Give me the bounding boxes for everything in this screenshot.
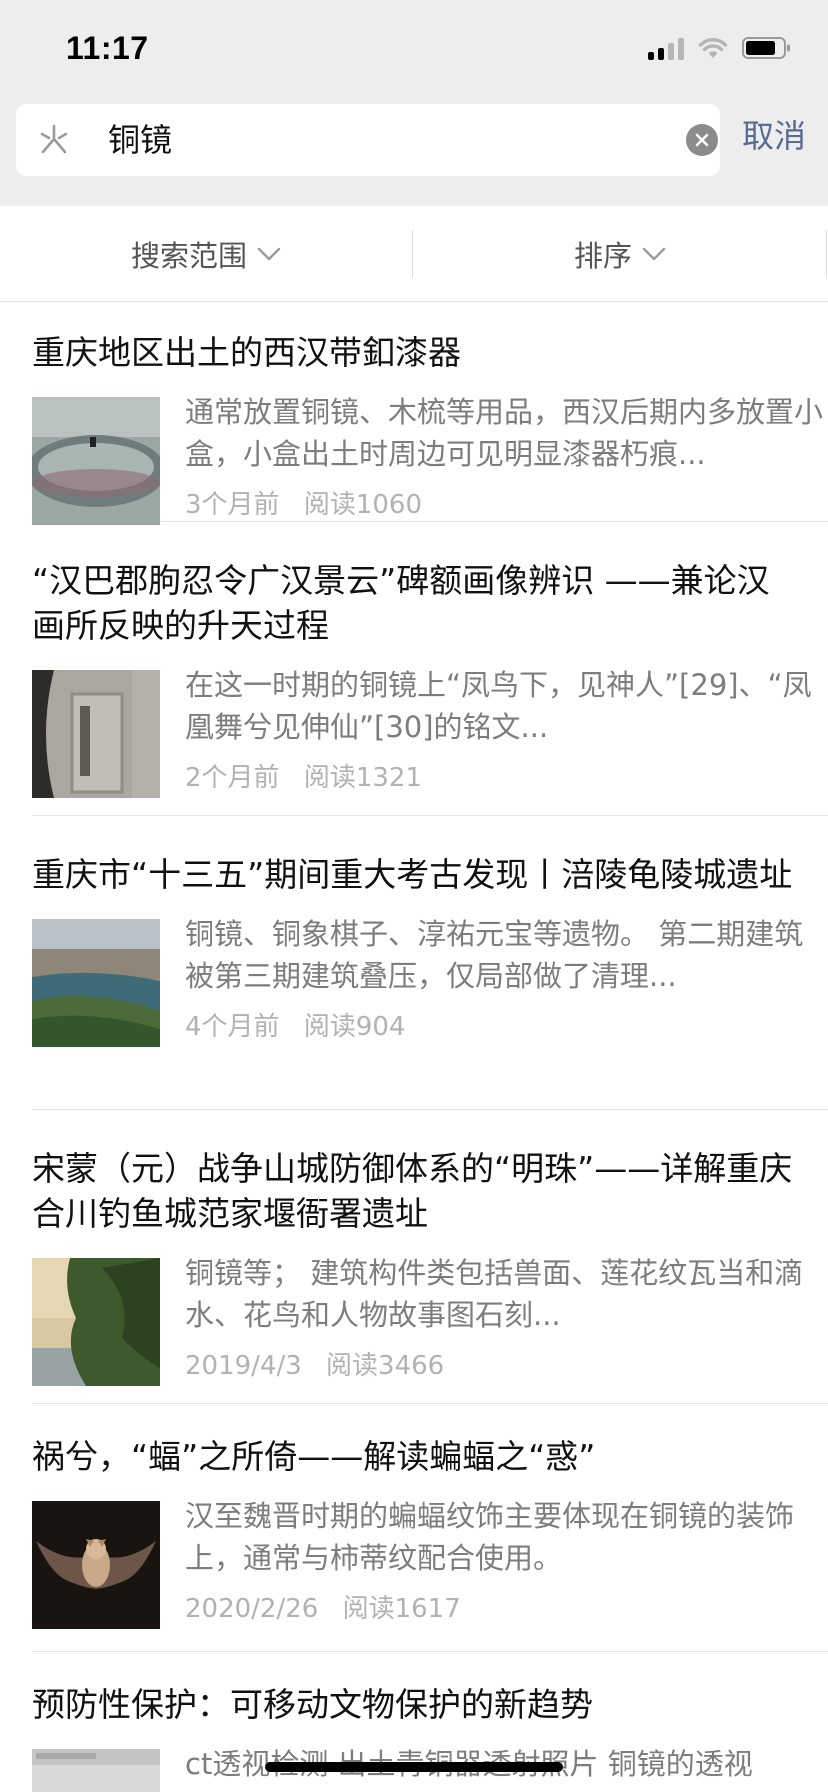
result-title[interactable]: 重庆地区出土的西汉带釦漆器 xyxy=(32,330,828,375)
result-time: 2个月前 xyxy=(185,763,280,793)
result-snippet: 铜镜等； 建筑构件类包括兽面、莲花纹瓦当和滴水、花鸟和人物故事图石刻... xyxy=(185,1256,804,1332)
battery-icon xyxy=(742,37,790,59)
status-time: 11:17 xyxy=(66,30,149,66)
search-results-page: 11:17 铜镜 取消 搜索范围 排序 重庆地区出土的西汉带釦漆器 通常放置铜镜… xyxy=(0,0,828,1792)
result-reads: 阅读1060 xyxy=(303,490,422,520)
chevron-down-icon xyxy=(642,247,666,261)
result-reads: 阅读1617 xyxy=(342,1594,461,1624)
search-header: 铜镜 取消 xyxy=(0,100,828,206)
search-box[interactable]: 铜镜 xyxy=(16,104,720,176)
home-indicator[interactable] xyxy=(265,1762,563,1772)
result-item[interactable]: “汉巴郡朐忍令广汉景云”碑额画像辨识 ——兼论汉画所反映的升天过程 在这一时期的… xyxy=(32,522,828,816)
result-item[interactable]: 重庆地区出土的西汉带釦漆器 通常放置铜镜、木梳等用品，西汉后期内多放置小盒，小盒… xyxy=(32,302,828,525)
result-snippet: 铜镜、铜象棋子、淳祐元宝等遗物。 第二期建筑被第三期建筑叠压，仅局部做了清理..… xyxy=(185,917,804,993)
result-title[interactable]: “汉巴郡朐忍令广汉景云”碑额画像辨识 ——兼论汉画所反映的升天过程 xyxy=(32,558,828,648)
result-item[interactable]: 祸兮，“蝠”之所倚——解读蝙蝠之“惑” 汉至魏晋时期的蝙蝠纹饰主要体现在铜镜的装… xyxy=(32,1404,828,1652)
clear-icon[interactable] xyxy=(686,124,718,156)
sort-dropdown[interactable]: 排序 xyxy=(414,206,826,302)
status-bar: 11:17 xyxy=(0,0,828,100)
result-reads: 阅读3466 xyxy=(326,1351,445,1381)
result-title[interactable]: 预防性保护：可移动文物保护的新趋势 xyxy=(32,1682,828,1727)
aerial-river-city-thumbnail xyxy=(32,919,160,1047)
result-title[interactable]: 重庆市“十三五”期间重大考古发现丨涪陵龟陵城遗址 xyxy=(32,852,828,897)
wifi-icon xyxy=(698,38,728,58)
filter-bar: 搜索范围 排序 xyxy=(0,206,828,302)
result-meta: 2020/2/26 阅读1617 xyxy=(185,1591,461,1627)
result-time: 3个月前 xyxy=(185,490,280,520)
result-time: 2019/4/3 xyxy=(185,1351,302,1381)
search-icon xyxy=(40,124,68,154)
status-icons xyxy=(648,36,792,60)
result-body: 通常放置铜镜、木梳等用品，西汉后期内多放置小盒，小盒出土时周边可见明显漆器朽痕.… xyxy=(32,395,828,525)
result-meta: 4个月前 阅读904 xyxy=(185,1009,405,1045)
result-item[interactable]: 重庆市“十三五”期间重大考古发现丨涪陵龟陵城遗址 铜镜、铜象棋子、淳祐元宝等遗物… xyxy=(32,816,828,1110)
bat-photo-thumbnail xyxy=(32,1501,160,1629)
sort-label: 排序 xyxy=(573,239,632,273)
cliff-sunset-thumbnail xyxy=(32,1258,160,1386)
filter-divider xyxy=(412,230,413,278)
chevron-down-icon xyxy=(257,247,281,261)
result-meta: 2个月前 阅读1321 xyxy=(185,760,422,796)
result-body: 在这一时期的铜镜上“凤鸟下，见神人”[29]、“凤凰舞兮见伸仙”[30]的铭文.… xyxy=(32,668,828,798)
result-body: 汉至魏晋时期的蝙蝠纹饰主要体现在铜镜的装饰上，通常与柿蒂纹配合使用。 2020/… xyxy=(32,1499,828,1629)
result-body: 铜镜、铜象棋子、淳祐元宝等遗物。 第二期建筑被第三期建筑叠压，仅局部做了清理..… xyxy=(32,917,828,1047)
result-title[interactable]: 祸兮，“蝠”之所倚——解读蝙蝠之“惑” xyxy=(32,1434,828,1479)
lacquer-ring-thumbnail xyxy=(32,397,160,525)
result-title[interactable]: 宋蒙（元）战争山城防御体系的“明珠”——详解重庆合川钓鱼城范家堰衙署遗址 xyxy=(32,1146,828,1236)
result-meta: 3个月前 阅读1060 xyxy=(185,487,422,523)
ct-scan-thumbnail xyxy=(32,1749,160,1792)
filter-divider xyxy=(826,230,827,278)
result-snippet: 汉至魏晋时期的蝙蝠纹饰主要体现在铜镜的装饰上，通常与柿蒂纹配合使用。 xyxy=(185,1499,795,1575)
results-list: 重庆地区出土的西汉带釦漆器 通常放置铜镜、木梳等用品，西汉后期内多放置小盒，小盒… xyxy=(0,302,828,1792)
result-snippet: 在这一时期的铜镜上“凤鸟下，见神人”[29]、“凤凰舞兮见伸仙”[30]的铭文.… xyxy=(185,668,812,744)
cellular-signal-icon xyxy=(648,36,684,60)
result-reads: 阅读1321 xyxy=(303,763,422,793)
stone-stele-thumbnail xyxy=(32,670,160,798)
result-time: 2020/2/26 xyxy=(185,1594,319,1624)
result-body: 铜镜等； 建筑构件类包括兽面、莲花纹瓦当和滴水、花鸟和人物故事图石刻... 20… xyxy=(32,1256,828,1386)
result-time: 4个月前 xyxy=(185,1012,280,1042)
result-snippet: 通常放置铜镜、木梳等用品，西汉后期内多放置小盒，小盒出土时周边可见明显漆器朽痕.… xyxy=(185,395,824,471)
result-meta: 2019/4/3 阅读3466 xyxy=(185,1348,444,1384)
search-scope-label: 搜索范围 xyxy=(130,239,247,273)
search-input[interactable]: 铜镜 xyxy=(108,122,172,158)
result-item[interactable]: 宋蒙（元）战争山城防御体系的“明珠”——详解重庆合川钓鱼城范家堰衙署遗址 铜镜等… xyxy=(32,1110,828,1404)
cancel-button[interactable]: 取消 xyxy=(742,116,806,156)
search-scope-dropdown[interactable]: 搜索范围 xyxy=(0,206,412,302)
result-reads: 阅读904 xyxy=(303,1012,406,1042)
